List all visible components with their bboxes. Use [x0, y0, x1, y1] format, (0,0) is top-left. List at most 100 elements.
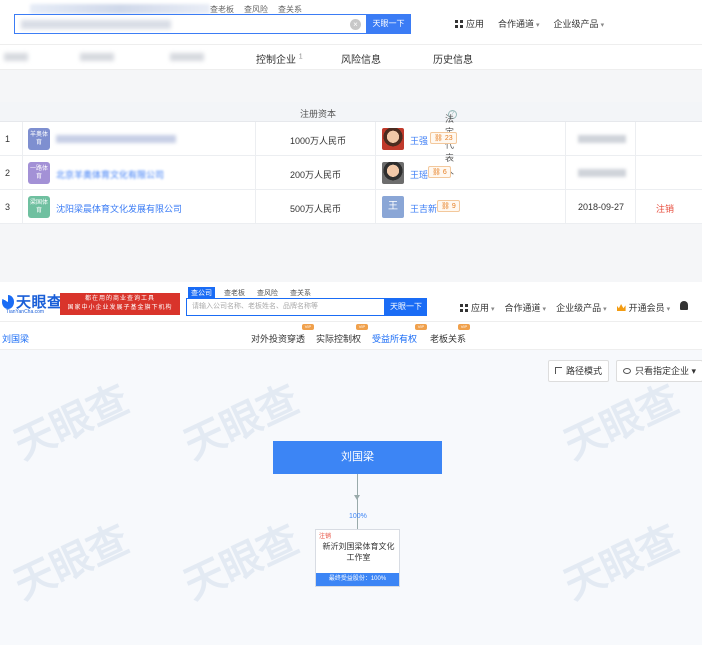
- blurred-tabs: [30, 4, 210, 14]
- graph-canvas[interactable]: 天眼查 天眼查 天眼查 天眼查 天眼查 天眼查 路径模式 只看指定企业 ▾ 刘国…: [0, 350, 702, 645]
- row-number: 3: [5, 202, 11, 212]
- eye-logo-icon: [2, 294, 14, 309]
- table-row[interactable]: 1 羊奥体育 1000万人民币 王强 ⛓ 23: [0, 122, 702, 156]
- company-logo: 羊奥体育: [28, 128, 50, 150]
- rep-link[interactable]: 王吉新: [410, 202, 437, 215]
- nav-apps[interactable]: 应用 ▾: [460, 301, 495, 314]
- promo-banner: 都在用的商业查询工具 国家中小企业发展子基金旗下机构: [60, 293, 180, 315]
- avatar: [382, 162, 404, 184]
- nav-vip[interactable]: 开通会员 ▾: [616, 301, 671, 314]
- vip-tag: VIP: [415, 324, 427, 330]
- tab-boss-relations[interactable]: 老板关系: [430, 332, 466, 345]
- route-icon: [555, 367, 562, 374]
- header-rep: 法定代表人?: [445, 107, 457, 176]
- top-subtabs: 控制企业 1 风险信息 历史信息: [0, 44, 702, 70]
- brand-url: TianYanCha.com: [6, 309, 45, 315]
- ownership-percent: 100%: [349, 513, 367, 520]
- chevron-down-icon: ▾: [536, 22, 540, 29]
- status-badge: 注销: [319, 534, 332, 540]
- tab-actual-control[interactable]: 实际控制权: [316, 332, 361, 345]
- watermark: 天眼查: [558, 377, 686, 468]
- table-header: 注册资本 法定代表人?: [0, 102, 702, 176]
- vip-tag: VIP: [302, 324, 314, 330]
- nav-enterprise[interactable]: 企业级产品 ▾: [556, 301, 607, 314]
- top-search-input[interactable]: ×: [14, 14, 366, 34]
- row-number: 1: [5, 134, 11, 144]
- table-row[interactable]: 3 梁国体育 沈阳梁晨体育文化发展有限公司 500万人民币 王 王吉新 ⛓ 9 …: [0, 190, 702, 224]
- row-number: 2: [5, 168, 11, 178]
- chevron-down-icon: ▾: [542, 306, 547, 313]
- crown-icon: [616, 304, 626, 311]
- rep-link[interactable]: 王瑶: [410, 168, 428, 181]
- vip-tag: VIP: [356, 324, 368, 330]
- filter-company-button[interactable]: 只看指定企业 ▾: [616, 360, 702, 382]
- blurred-tab: [170, 53, 204, 61]
- bottom-header: 天眼查 TianYanCha.com 都在用的商业查询工具 国家中小企业发展子基…: [0, 282, 702, 322]
- avatar: 王: [382, 196, 404, 218]
- company-logo: 梁国体育: [28, 196, 50, 218]
- person-label[interactable]: 刘国梁: [2, 332, 29, 345]
- nav-coop[interactable]: 合作通道 ▾: [498, 17, 540, 30]
- company-node[interactable]: 注销 新沂刘国梁体育文化工作室 最终受益股份：100%: [315, 529, 400, 587]
- rep-count-badge: ⛓ 23: [430, 132, 457, 144]
- watermark: 天眼查: [8, 377, 136, 468]
- relation-subtabs: 刘国梁 对外投资穿透 VIP 实际控制权 VIP 受益所有权 VIP 老板关系 …: [0, 322, 702, 352]
- beneficial-share: 最终受益股份：100%: [316, 573, 399, 586]
- rep-count-badge: ⛓ 9: [437, 200, 460, 212]
- chevron-down-icon: ▾: [666, 306, 671, 313]
- bell-icon[interactable]: [680, 301, 689, 310]
- blurred-tab: [80, 53, 114, 61]
- search-button[interactable]: 天眼一下: [385, 298, 427, 316]
- watermark: 天眼查: [178, 517, 306, 608]
- grid-icon: [460, 304, 468, 312]
- watermark: 天眼查: [558, 517, 686, 608]
- company-logo: 一路体育: [28, 162, 50, 184]
- nav-apps[interactable]: 应用: [455, 17, 484, 30]
- route-mode-button[interactable]: 路径模式: [548, 360, 610, 382]
- rep-count-badge: ⛓ 6: [428, 166, 451, 178]
- chevron-down-icon: ▾: [691, 366, 697, 376]
- blurred-company-name: [56, 135, 176, 143]
- nav-enterprise[interactable]: 企业级产品 ▾: [554, 17, 605, 30]
- capital-value: 200万人民币: [290, 170, 342, 180]
- company-link[interactable]: 沈阳梁晨体育文化发展有限公司: [56, 202, 182, 215]
- company-table: 注册资本 法定代表人? 1 羊奥体育 1000万人民币 王强 ⛓ 23 2 一路…: [0, 102, 702, 224]
- chevron-down-icon: ▾: [603, 306, 607, 313]
- header-capital: 注册资本: [300, 109, 337, 119]
- company-name: 新沂刘国梁体育文化工作室: [322, 542, 395, 562]
- tab-beneficial-ownership[interactable]: 受益所有权: [372, 332, 418, 352]
- blurred-tab: [4, 53, 28, 61]
- blurred-date: [578, 135, 626, 143]
- company-link[interactable]: 北京羊奥体育文化有限公司: [56, 168, 164, 181]
- ownership-edge: [357, 474, 358, 529]
- rep-link[interactable]: 王强: [410, 134, 428, 147]
- top-header: 查老板 查风险 查关系 × 天眼一下 应用 合作通道 ▾ 企业级产品 ▾: [0, 0, 702, 44]
- section-gap: [0, 70, 702, 102]
- tab-controlled-companies[interactable]: 控制企业 1: [256, 51, 303, 66]
- top-search-button[interactable]: 天眼一下: [366, 14, 411, 34]
- watermark: 天眼查: [8, 517, 136, 608]
- search-input[interactable]: 请输入公司名称、老板姓名、品牌名称等: [186, 298, 385, 316]
- tab-investment-penetration[interactable]: 对外投资穿透: [251, 332, 305, 345]
- chevron-down-icon: ▾: [600, 22, 605, 29]
- avatar: [382, 128, 404, 150]
- filter-icon: [623, 368, 631, 374]
- blurred-query: [21, 20, 171, 29]
- blurred-date: [578, 169, 626, 177]
- top-nav: 应用 合作通道 ▾ 企业级产品 ▾: [455, 17, 604, 30]
- status-badge: 注销: [656, 204, 675, 214]
- capital-value: 500万人民币: [290, 204, 342, 214]
- vip-tag: VIP: [458, 324, 470, 330]
- clear-icon[interactable]: ×: [350, 19, 361, 30]
- grid-icon: [455, 20, 463, 28]
- nav-coop[interactable]: 合作通道 ▾: [505, 301, 547, 314]
- date-value: 2018-09-27: [578, 202, 625, 212]
- chevron-down-icon: ▾: [491, 306, 495, 313]
- capital-value: 1000万人民币: [290, 136, 347, 146]
- arrow-down-icon: [354, 495, 360, 500]
- table-row[interactable]: 2 一路体育 北京羊奥体育文化有限公司 200万人民币 王瑶 ⛓ 6: [0, 156, 702, 190]
- bottom-nav: 应用 ▾ 合作通道 ▾ 企业级产品 ▾ 开通会员 ▾: [460, 301, 689, 314]
- tab-risk-info[interactable]: 风险信息: [341, 51, 381, 66]
- person-node[interactable]: 刘国梁: [273, 441, 442, 474]
- tab-history-info[interactable]: 历史信息: [433, 51, 473, 66]
